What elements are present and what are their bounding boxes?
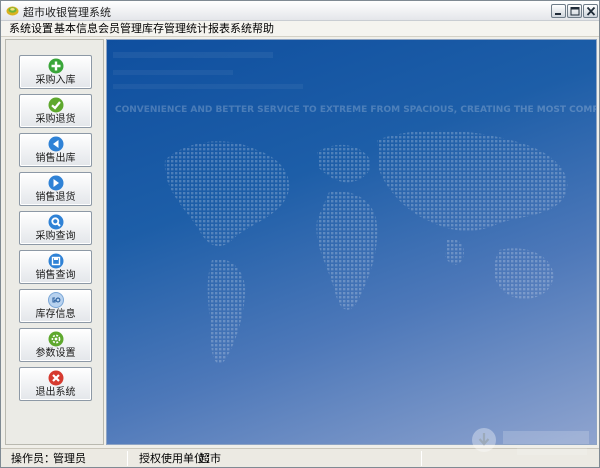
purchase-query-label: 采购查询 — [35, 231, 76, 242]
inventory-info-label: 库存信息 — [35, 309, 76, 320]
main-window: 超市收银管理系统 系统设置 基本信息 会员管理 库存管理 统计报表 系统帮助 采… — [0, 0, 600, 468]
faded-text-line — [113, 84, 303, 89]
sales-query-label: 销售查询 — [35, 270, 76, 281]
magnifier-icon — [48, 214, 64, 230]
sales-out-button[interactable]: 销售出库 — [19, 133, 92, 167]
parameter-settings-label: 参数设置 — [35, 348, 76, 359]
status-separator — [127, 451, 128, 466]
menu-inventory-management[interactable]: 库存管理 — [142, 22, 186, 36]
inventory-info-button[interactable]: 库存信息 — [19, 289, 92, 323]
menu-reports[interactable]: 统计报表 — [186, 22, 230, 36]
sales-return-button[interactable]: 销售退货 — [19, 172, 92, 206]
sales-query-button[interactable]: 销售查询 — [19, 250, 92, 284]
minimize-button[interactable] — [551, 4, 566, 18]
operator-label: 操作员： — [11, 452, 55, 465]
main-content-area: CONVENIENCE AND BETTER SERVICE TO EXTREM… — [106, 39, 597, 445]
sales-out-label: 销售出库 — [35, 153, 76, 164]
minimize-icon — [555, 13, 561, 15]
dotted-continents — [164, 130, 568, 364]
exit-system-button[interactable]: 退出系统 — [19, 367, 92, 401]
purchase-in-label: 采购入库 — [35, 75, 76, 86]
world-map-background: CONVENIENCE AND BETTER SERVICE TO EXTREM… — [113, 52, 597, 364]
x-icon — [48, 370, 64, 386]
gear-icon — [48, 331, 64, 347]
licensee-value: 超市 — [199, 452, 221, 465]
maximize-icon — [570, 7, 580, 16]
maximize-button[interactable] — [567, 4, 582, 18]
check-icon — [48, 97, 64, 113]
operator-value: 管理员 — [53, 452, 86, 465]
menu-help[interactable]: 系统帮助 — [230, 22, 274, 36]
exit-system-label: 退出系统 — [35, 387, 76, 398]
close-icon — [586, 7, 596, 16]
watermark-logo — [472, 428, 589, 455]
status-separator — [421, 451, 422, 466]
purchase-in-button[interactable]: 采购入库 — [19, 55, 92, 89]
sidebar: 采购入库 采购退货 销售出库 销售退货 采购查询 销售查询 库存信息 参数设置 … — [5, 39, 104, 445]
menu-bar: 系统设置 基本信息 会员管理 库存管理 统计报表 系统帮助 — [1, 21, 599, 37]
banner-text: CONVENIENCE AND BETTER SERVICE TO EXTREM… — [115, 105, 597, 115]
disk-icon — [48, 253, 64, 269]
window-title: 超市收银管理系统 — [23, 6, 111, 19]
sales-return-label: 销售退货 — [35, 192, 76, 203]
menu-member-management[interactable]: 会员管理 — [98, 22, 142, 36]
go-icon — [48, 292, 64, 308]
plus-icon — [48, 58, 64, 74]
title-bar[interactable]: 超市收银管理系统 — [1, 1, 599, 21]
purchase-return-label: 采购退货 — [35, 114, 76, 125]
faded-text-line — [113, 70, 233, 75]
arrow-left-icon — [48, 136, 64, 152]
menu-basic-info[interactable]: 基本信息 — [54, 22, 98, 36]
parameter-settings-button[interactable]: 参数设置 — [19, 328, 92, 362]
purchase-query-button[interactable]: 采购查询 — [19, 211, 92, 245]
app-icon — [6, 6, 19, 16]
close-button[interactable] — [583, 4, 598, 18]
faded-text-line — [113, 52, 273, 58]
menu-system-settings[interactable]: 系统设置 — [9, 22, 53, 36]
purchase-return-button[interactable]: 采购退货 — [19, 94, 92, 128]
arrow-right-icon — [48, 175, 64, 191]
